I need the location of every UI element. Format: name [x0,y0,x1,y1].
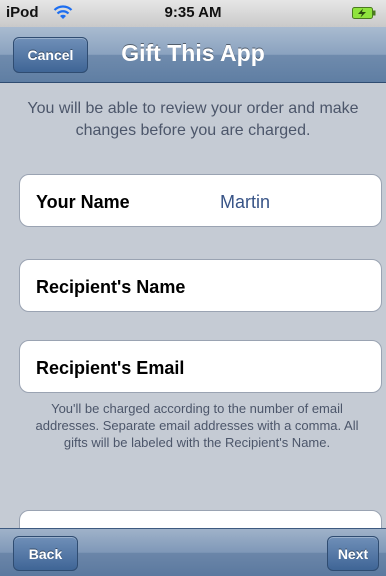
recipient-name-field[interactable]: Recipient's Name [19,259,382,312]
status-bar: iPod 9:35 AM [0,0,386,27]
recipient-name-label: Recipient's Name [36,277,186,297]
gift-form: You will be able to review your order an… [0,83,386,528]
battery-charging-icon [352,7,376,19]
email-note: You'll be charged according to the numbe… [35,401,359,450]
back-button[interactable]: Back [13,536,78,571]
bottom-toolbar: Back Next [0,528,386,576]
recipient-email-label: Recipient's Email [36,358,185,378]
recipient-email-field[interactable]: Recipient's Email [19,340,382,393]
intro-text: You will be able to review your order an… [27,100,359,139]
message-field[interactable] [19,510,382,528]
your-name-label: Your Name [36,192,130,212]
navigation-bar: Cancel Gift This App [0,27,386,83]
your-name-field[interactable]: Your Name Martin [19,174,382,227]
next-button[interactable]: Next [327,536,379,571]
your-name-value[interactable]: Martin [220,192,270,213]
page-title: Gift This App [121,40,265,66]
clock: 9:35 AM [164,4,222,21]
